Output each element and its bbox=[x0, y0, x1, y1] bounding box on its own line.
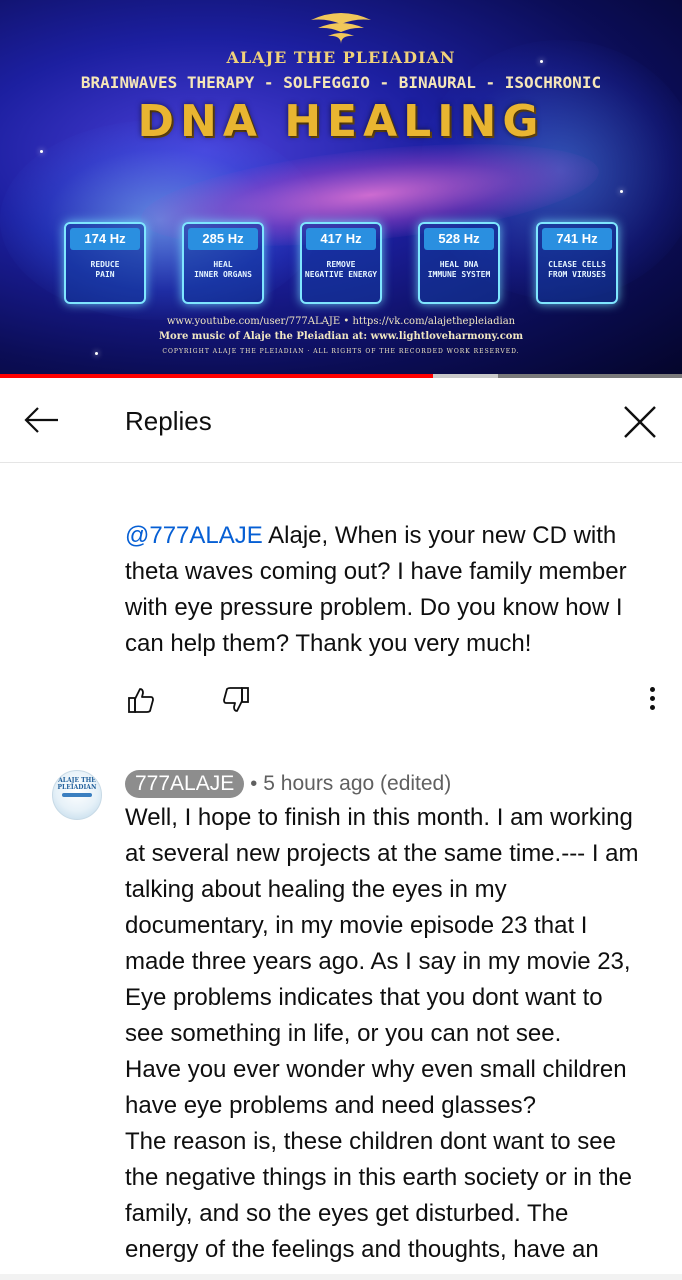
reply-line: Well, I hope to finish in this month. I … bbox=[125, 804, 633, 831]
reply-line: have eye problems and need glasses? bbox=[125, 1092, 536, 1119]
mention-link[interactable]: @777ALAJE bbox=[125, 522, 263, 549]
reply-line: Eye problems indicates that you dont wan… bbox=[125, 984, 603, 1011]
star-decoration bbox=[620, 190, 623, 193]
frequency-desc: REDUCE bbox=[90, 260, 120, 269]
more-options-button[interactable] bbox=[640, 684, 664, 716]
bottom-divider bbox=[0, 1274, 682, 1280]
frequency-desc: HEAL bbox=[213, 260, 233, 269]
frequency-badge: 285 Hz HEAL INNER ORGANS bbox=[182, 222, 264, 304]
reply-line: energy of the feelings and thoughts, hav… bbox=[125, 1236, 599, 1263]
star-decoration bbox=[40, 150, 43, 153]
frequency-value: 174 Hz bbox=[70, 228, 140, 250]
video-copyright: COPYRIGHT ALAJE THE PLEIADIAN · ALL RIGH… bbox=[162, 348, 520, 355]
reply-meta: 777ALAJE • 5 hours ago (edited) bbox=[125, 769, 451, 799]
video-brand: ALAJE THE PLEIADIAN bbox=[226, 48, 456, 67]
frequency-value: 285 Hz bbox=[188, 228, 258, 250]
avatar-decoration bbox=[62, 793, 92, 797]
frequency-badge: 528 Hz HEAL DNA IMMUNE SYSTEM bbox=[418, 222, 500, 304]
video-credit-music: More music of Alaje the Pleiadian at: ww… bbox=[158, 331, 524, 342]
frequency-desc: INNER ORGANS bbox=[194, 270, 252, 279]
frequency-desc: NEGATIVE ENERGY bbox=[304, 270, 378, 279]
replies-header: Replies bbox=[0, 378, 682, 463]
video-credit-links: www.youtube.com/user/777ALAJE • https://… bbox=[166, 316, 516, 327]
thumbs-up-icon bbox=[128, 688, 154, 713]
video-player[interactable]: ALAJE THE PLEIADIAN BRAINWAVES THERAPY -… bbox=[0, 0, 682, 378]
avatar[interactable]: ALAJE THE PLEIADIAN bbox=[52, 770, 102, 820]
frequency-badge: 741 Hz CLEASE CELLS FROM VIRUSES bbox=[536, 222, 618, 304]
reply-line: family, and so the eyes get disturbed. T… bbox=[125, 1200, 569, 1227]
author-name[interactable]: 777ALAJE bbox=[125, 770, 245, 798]
thumbs-down-icon bbox=[223, 687, 249, 712]
more-vertical-icon bbox=[640, 687, 664, 710]
frequency-desc: REMOVE bbox=[326, 260, 356, 269]
close-button[interactable] bbox=[618, 400, 662, 444]
frequency-desc: HEAL DNA bbox=[439, 260, 479, 269]
video-title: DNA HEALING bbox=[137, 96, 545, 147]
page-title: Replies bbox=[125, 406, 212, 436]
reply-line: talking about healing the eyes in my bbox=[125, 876, 507, 903]
reply-line: the negative things in this earth societ… bbox=[125, 1164, 632, 1191]
reply-timestamp: 5 hours ago (edited) bbox=[263, 772, 452, 795]
reply-line: The reason is, these children dont want … bbox=[125, 1128, 616, 1155]
like-button[interactable] bbox=[125, 684, 157, 716]
frequency-value: 741 Hz bbox=[542, 228, 612, 250]
video-subtitle: BRAINWAVES THERAPY - SOLFEGGIO - BINAURA… bbox=[80, 73, 602, 92]
back-button[interactable] bbox=[20, 400, 64, 440]
reply-line: see something in life, or you can not se… bbox=[125, 1020, 562, 1047]
frequency-desc: IMMUNE SYSTEM bbox=[427, 270, 491, 279]
reply-line: at several new projects at the same time… bbox=[125, 840, 639, 867]
frequency-badge: 174 Hz REDUCE PAIN bbox=[64, 222, 146, 304]
parent-comment-text: @777ALAJE Alaje, When is your new CD wit… bbox=[125, 518, 655, 662]
frequency-value: 528 Hz bbox=[424, 228, 494, 250]
reply-line: made three years ago. As I say in my mov… bbox=[125, 948, 631, 975]
pleiadian-logo-icon bbox=[311, 13, 371, 44]
frequency-value: 417 Hz bbox=[306, 228, 376, 250]
arrow-left-icon bbox=[24, 407, 58, 433]
separator-dot: • bbox=[250, 772, 258, 795]
reply-body: Well, I hope to finish in this month. I … bbox=[125, 800, 665, 1268]
dislike-button[interactable] bbox=[220, 684, 252, 716]
frequency-desc: FROM VIRUSES bbox=[548, 270, 606, 279]
close-icon bbox=[624, 406, 656, 438]
frequency-desc: CLEASE CELLS bbox=[548, 260, 606, 269]
frequency-desc: PAIN bbox=[95, 270, 115, 279]
avatar-text: ALAJE THE PLEIADIAN bbox=[57, 777, 97, 791]
frequency-badge: 417 Hz REMOVE NEGATIVE ENERGY bbox=[300, 222, 382, 304]
reply-line: Have you ever wonder why even small chil… bbox=[125, 1056, 627, 1083]
reply-line: documentary, in my movie episode 23 that… bbox=[125, 912, 588, 939]
